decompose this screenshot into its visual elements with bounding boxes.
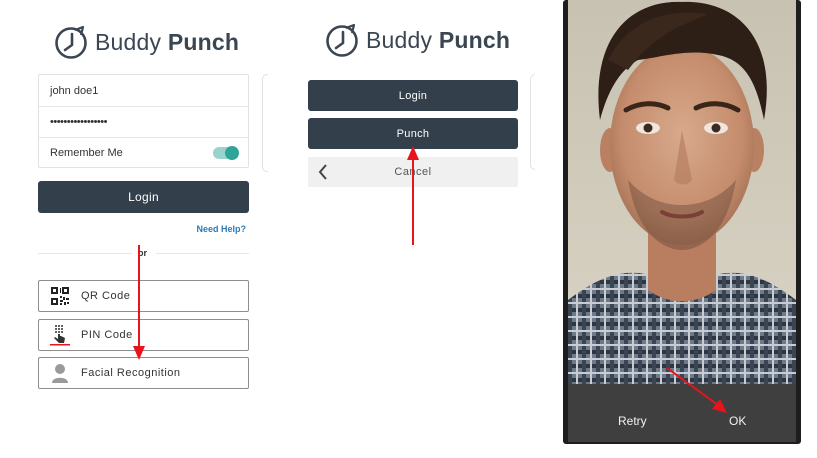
retry-button[interactable]: Retry [618,414,647,428]
panel-divider [262,74,268,172]
cancel-bar[interactable]: Cancel [308,157,518,187]
pin-code-button[interactable]: PIN Code [38,319,249,351]
pin-code-icon [49,324,71,346]
divider-right [156,253,249,254]
clock-logo-icon [326,23,358,57]
facial-recognition-button[interactable]: Facial Recognition [38,357,249,389]
login-form: john doe1 ••••••••••••••••• Remember Me [38,74,249,168]
password-value: ••••••••••••••••• [50,116,107,128]
buddy-punch-logo-2: Buddy Punch [324,22,510,58]
divider-left [38,253,132,254]
brand-wordmark-2: Buddy Punch [366,26,511,53]
brand-wordmark: Buddy Punch [95,28,240,55]
clock-logo-icon [55,25,87,59]
punch-button-label: Punch [396,127,430,140]
camera-action-bar [568,384,796,442]
need-help-link[interactable]: Need Help? [196,224,246,234]
chevron-left-icon[interactable] [318,164,328,183]
panel-divider-2 [530,74,535,170]
remember-me-row: Remember Me [39,137,248,168]
username-field[interactable]: john doe1 [39,75,248,106]
captured-face-photo [568,0,796,384]
qr-code-label: QR Code [81,290,131,302]
qr-code-button[interactable]: QR Code [38,280,249,312]
qr-code-icon [49,285,71,307]
buddy-punch-logo: Buddy Punch [53,24,239,60]
ok-button[interactable]: OK [729,414,746,428]
punch-button[interactable]: Punch [308,118,518,149]
login-button-2[interactable]: Login [308,80,518,111]
login-button-2-label: Login [398,89,428,102]
password-field[interactable]: ••••••••••••••••• [39,106,248,137]
remember-me-label: Remember Me [50,147,123,159]
remember-me-toggle[interactable] [213,146,239,160]
pin-code-label: PIN Code [81,329,133,341]
login-button[interactable]: Login [38,181,249,213]
camera-screen: Retry OK [563,0,801,444]
cancel-label: Cancel [394,166,432,178]
facial-recognition-label: Facial Recognition [81,367,181,379]
person-icon [49,362,71,384]
username-value: john doe1 [50,84,99,97]
login-button-label: Login [128,190,159,204]
or-separator: or [138,248,147,258]
